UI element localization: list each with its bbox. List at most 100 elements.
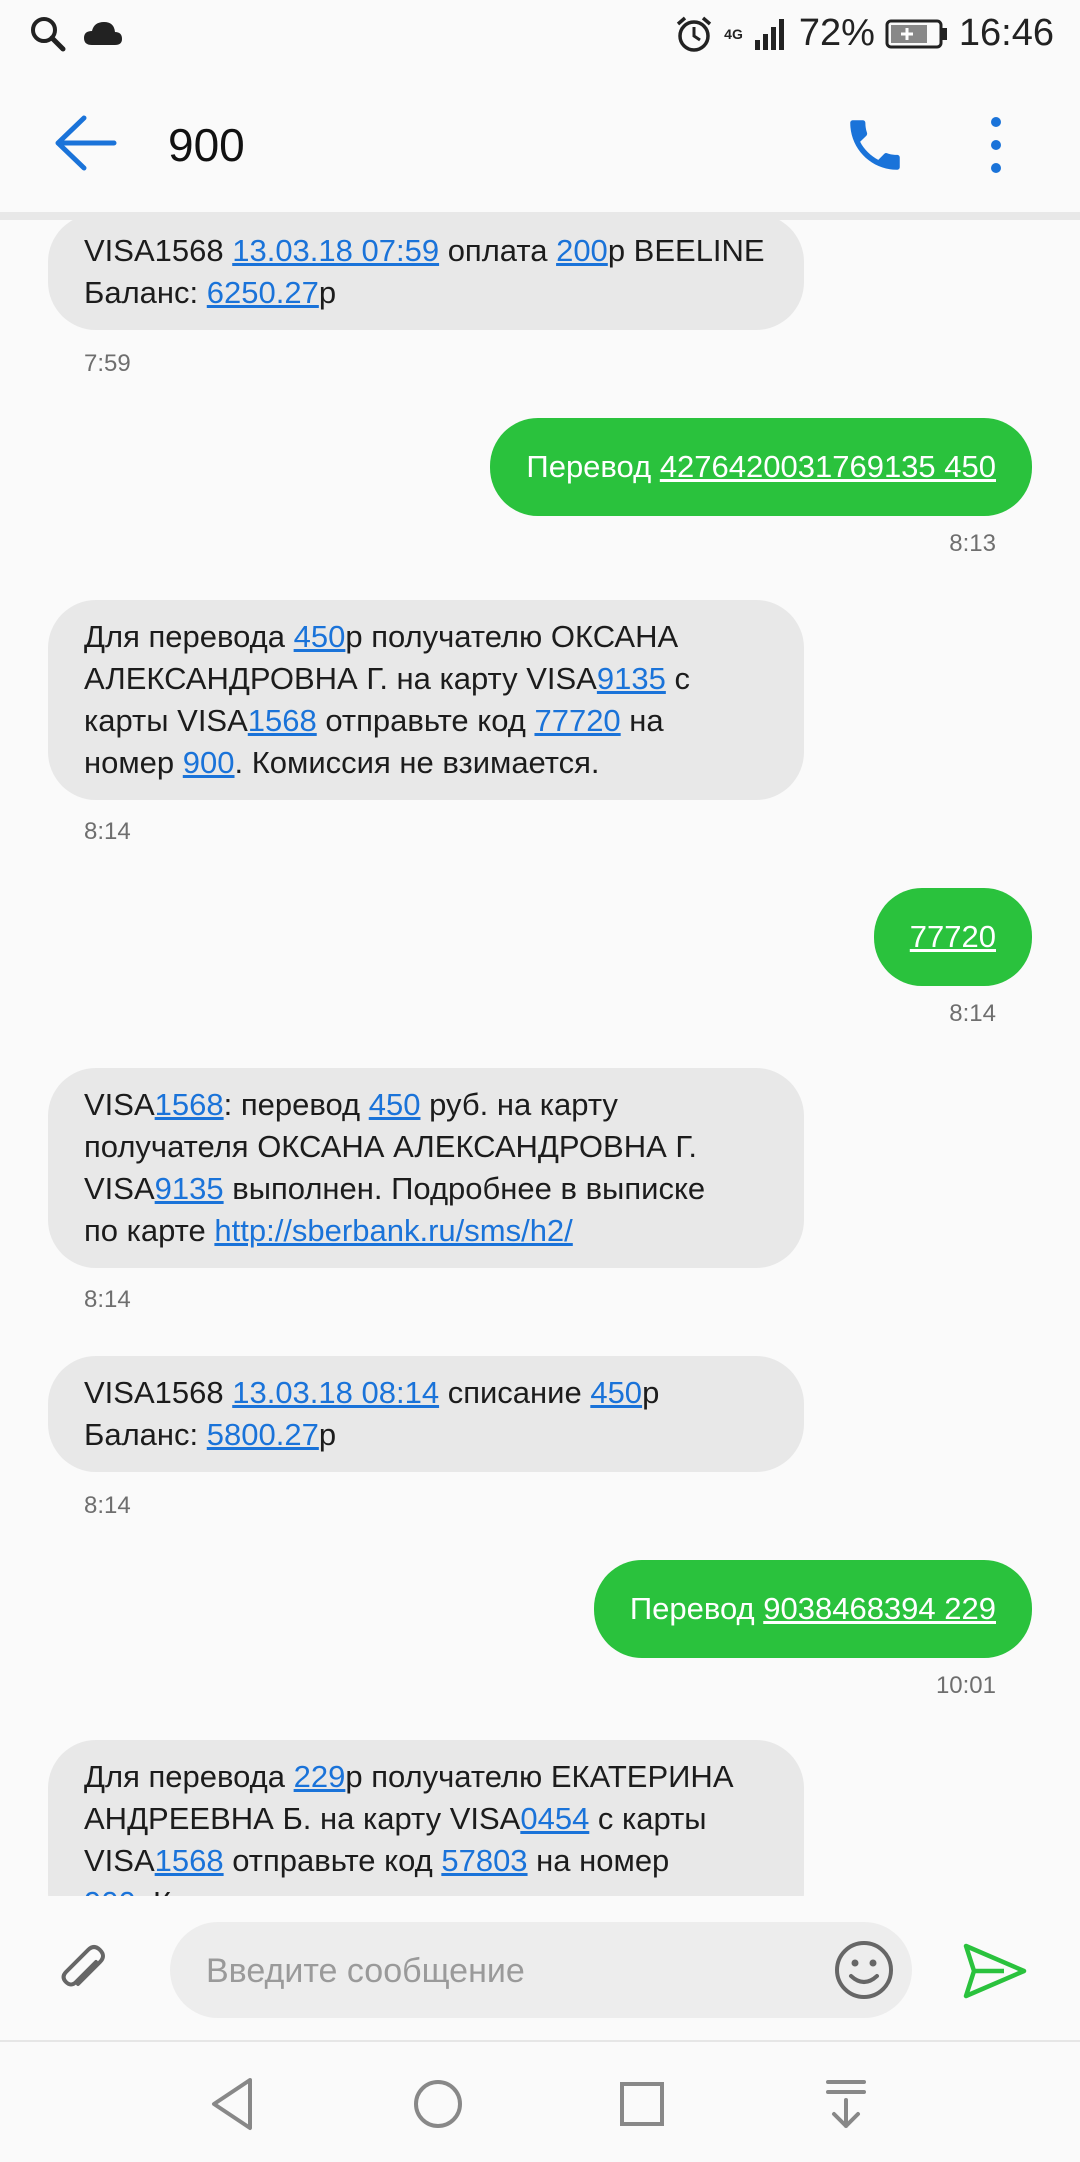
incoming-message[interactable]: VISA1568 13.03.18 07:59 оплата 200р BEEL… (48, 220, 804, 330)
message-text: VISA (84, 1171, 155, 1206)
message-line: получателя ОКСАНА АЛЕКСАНДРОВНА Г. (84, 1126, 768, 1168)
message-text: отправьте код (223, 1843, 442, 1878)
message-link[interactable]: 9135 (155, 1171, 224, 1206)
message-link[interactable]: 13.03.18 08:14 (232, 1375, 439, 1410)
message-line: Для перевода 229р получателю ЕКАТЕРИНА (84, 1756, 768, 1798)
message-text: р BEELINE (607, 233, 765, 268)
message-text: с карты (589, 1801, 707, 1836)
more-vertical-icon[interactable] (976, 112, 1016, 178)
message-list[interactable]: VISA1568 13.03.18 07:59 оплата 200р BEEL… (0, 220, 1080, 1896)
back-arrow-icon[interactable] (50, 110, 120, 176)
message-text: VISA1568 (84, 1375, 233, 1410)
message-link[interactable]: 1568 (155, 1843, 224, 1878)
message-text: выполнен. Подробнее в выписке (223, 1171, 706, 1206)
outgoing-message[interactable]: 77720 (873, 888, 1032, 986)
message-link[interactable]: 4276420031769135 450 (660, 449, 996, 484)
message-link[interactable]: 229 (294, 1759, 346, 1794)
app-bar: 900 (0, 74, 1080, 220)
message-time: 8:14 (949, 1000, 996, 1027)
message-field[interactable] (170, 1922, 912, 2018)
message-link[interactable]: 6250.27 (207, 275, 319, 310)
nav-notifications-icon[interactable] (814, 2072, 878, 2136)
message-line: VISA9135 выполнен. Подробнее в выписке (84, 1168, 768, 1210)
message-line: Баланс: 6250.27р (84, 272, 768, 314)
signal-icon (754, 18, 784, 50)
message-link[interactable]: 450 (590, 1375, 642, 1410)
message-time: 8:13 (949, 530, 996, 557)
message-text: Перевод (629, 1591, 764, 1626)
cloud-icon (84, 22, 122, 45)
message-text: р получателю ЕКАТЕРИНА (345, 1759, 734, 1794)
message-time: 8:14 (84, 1492, 131, 1519)
message-line: карты VISA1568 отправьте код 77720 на (84, 700, 768, 742)
message-line: Для перевода 450р получателю ОКСАНА (84, 616, 768, 658)
message-text: р получателю ОКСАНА (345, 619, 679, 654)
message-link[interactable]: 450 (294, 619, 346, 654)
outgoing-message[interactable]: Перевод 9038468394 229 (593, 1560, 1032, 1658)
message-text: на (620, 703, 664, 738)
message-link[interactable]: 450 (369, 1087, 421, 1122)
message-text: р (642, 1375, 660, 1410)
message-text: . Комиссия не взимается. (234, 745, 600, 780)
message-line: VISA1568: перевод 450 руб. на карту (84, 1084, 768, 1126)
nav-back-icon[interactable] (202, 2072, 266, 2136)
incoming-message[interactable]: VISA1568 13.03.18 08:14 списание 450р Бал… (48, 1356, 804, 1472)
nav-home-icon[interactable] (406, 2072, 470, 2136)
message-text: р (318, 1417, 337, 1452)
network-type: 4G (724, 25, 743, 42)
battery-percent: 72% (798, 12, 875, 54)
message-line: номер 900. Комиссия не взимается. (84, 742, 768, 784)
message-link[interactable]: http://sberbank.ru/sms/h2/ (214, 1213, 572, 1248)
nav-recents-icon[interactable] (610, 2072, 674, 2136)
message-line: Перевод 9038468394 229 (630, 1588, 996, 1630)
message-line: АЛЕКСАНДРОВНА Г. на карту VISA9135 с (84, 658, 768, 700)
emoji-icon[interactable] (832, 1938, 896, 2002)
status-bar: 4G 72% 16:46 (0, 0, 1080, 74)
system-nav-bar (0, 2040, 1080, 2162)
message-line: 77720 (910, 916, 996, 958)
message-link[interactable]: 9038468394 229 (763, 1591, 996, 1626)
message-link[interactable]: 57803 (441, 1843, 527, 1878)
message-link[interactable]: 77720 (534, 703, 620, 738)
message-text: Баланс: (84, 1417, 207, 1452)
message-text: АНДРЕЕВНА Б. на карту VISA (84, 1801, 521, 1836)
message-line: VISA1568 13.03.18 08:14 списание 450р (84, 1372, 768, 1414)
message-line: АНДРЕЕВНА Б. на карту VISA0454 с карты (84, 1798, 768, 1840)
message-line: по карте http://sberbank.ru/sms/h2/ (84, 1210, 768, 1252)
incoming-message[interactable]: Для перевода 450р получателю ОКСАНА АЛЕКС… (48, 600, 804, 800)
message-line: VISA1568 отправьте код 57803 на номер (84, 1840, 768, 1882)
incoming-message[interactable]: VISA1568: перевод 450 руб. на карту получ… (48, 1068, 804, 1268)
message-text: Для перевода (84, 619, 294, 654)
message-link[interactable]: 13.03.18 07:59 (232, 233, 439, 268)
message-link[interactable]: 1568 (248, 703, 317, 738)
incoming-message[interactable]: Для перевода 229р получателю ЕКАТЕРИНА АН… (48, 1740, 804, 1896)
message-link[interactable]: 9135 (597, 661, 666, 696)
message-line: 900. Комиссия не взимается. (84, 1882, 768, 1896)
message-text: на номер (527, 1843, 670, 1878)
send-icon[interactable] (960, 1936, 1030, 2006)
message-text: номер (84, 745, 183, 780)
message-time: 8:14 (84, 818, 131, 845)
message-link[interactable]: 1568 (155, 1087, 224, 1122)
message-text: : перевод (223, 1087, 369, 1122)
message-text: получателя ОКСАНА АЛЕКСАНДРОВНА Г. (84, 1129, 698, 1164)
message-link[interactable]: 0454 (520, 1801, 589, 1836)
message-text: оплата (439, 233, 557, 268)
message-link[interactable]: 900 (84, 1885, 136, 1896)
message-text: Баланс: (84, 275, 207, 310)
message-text: Перевод (526, 449, 660, 484)
outgoing-message[interactable]: Перевод 4276420031769135 450 (490, 418, 1032, 516)
message-line: Баланс: 5800.27р (84, 1414, 768, 1456)
message-link[interactable]: 200 (556, 233, 608, 268)
message-link[interactable]: 900 (183, 745, 235, 780)
phone-icon[interactable] (842, 112, 908, 178)
message-link[interactable]: 5800.27 (207, 1417, 319, 1452)
message-text: отправьте код (316, 703, 535, 738)
message-input[interactable] (204, 1940, 768, 2002)
message-link[interactable]: 77720 (910, 919, 996, 954)
message-text: АЛЕКСАНДРОВНА Г. на карту VISA (84, 661, 597, 696)
attach-icon[interactable] (52, 1940, 116, 2004)
message-time: 10:01 (935, 1672, 996, 1699)
message-text: VISA (84, 1087, 155, 1122)
message-text: р (318, 275, 337, 310)
